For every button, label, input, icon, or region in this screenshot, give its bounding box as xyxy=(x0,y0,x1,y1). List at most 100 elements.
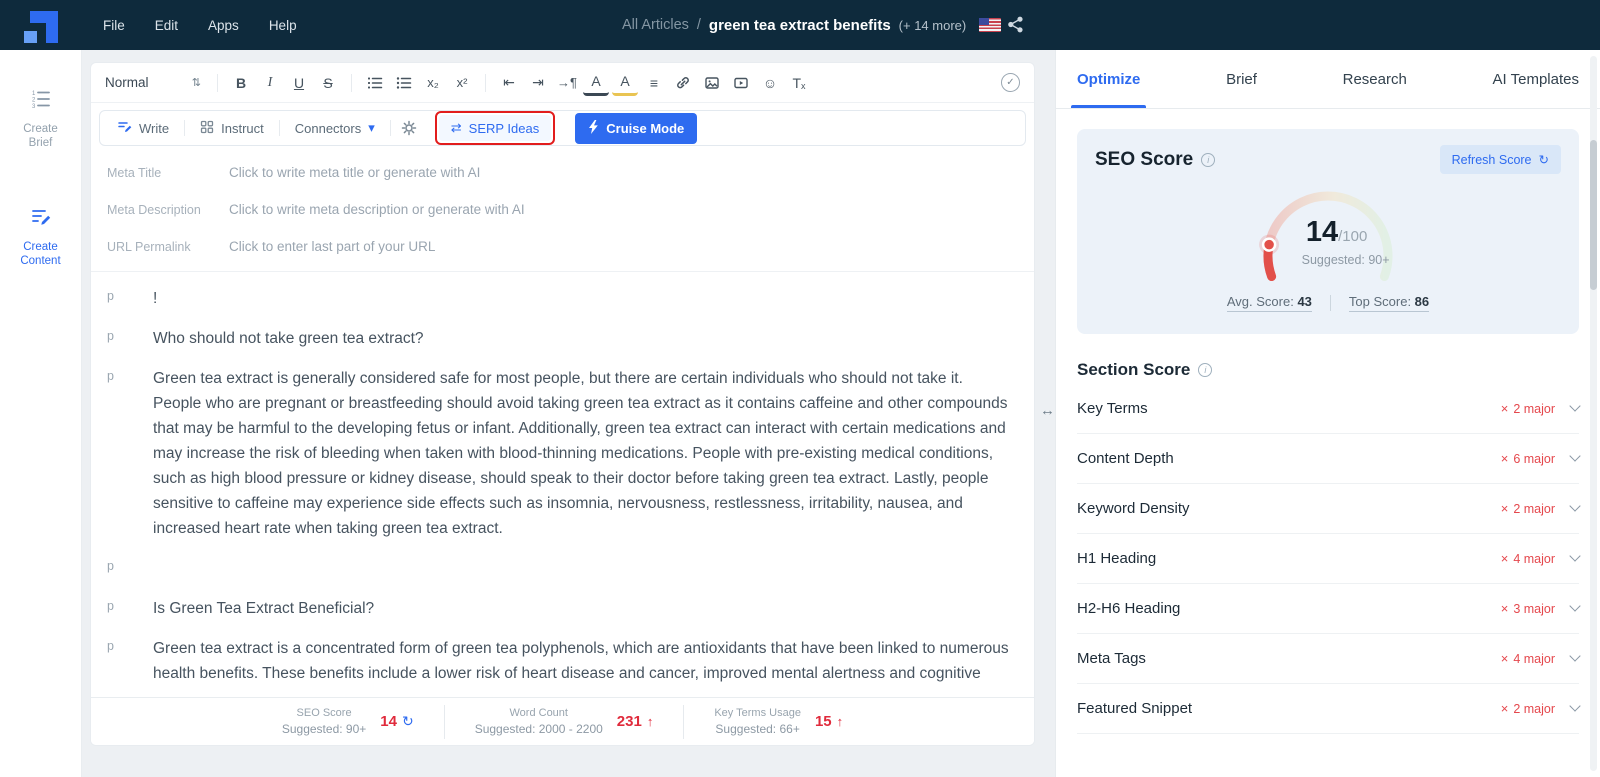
section-row-content-depth[interactable]: Content Depth × 6 major xyxy=(1077,434,1581,484)
align-icon[interactable]: ≡ xyxy=(641,70,667,96)
cruise-mode-button[interactable]: Cruise Mode xyxy=(575,112,698,144)
instruct-mode-button[interactable]: Instruct xyxy=(195,120,269,137)
decrease-indent-icon[interactable]: ⇤ xyxy=(496,70,522,96)
paragraph-text[interactable]: Green tea extract is a concentrated form… xyxy=(153,636,1010,686)
panel-resize-handle-icon[interactable]: ↔ xyxy=(1040,402,1055,419)
emoji-icon[interactable]: ☺ xyxy=(757,70,783,96)
url-permalink-field[interactable]: URL Permalink Click to enter last part o… xyxy=(107,228,1018,265)
create-content-icon xyxy=(30,206,52,233)
underline-icon[interactable]: U xyxy=(286,70,312,96)
strikethrough-icon[interactable]: S xyxy=(315,70,341,96)
meta-title-field[interactable]: Meta Title Click to write meta title or … xyxy=(107,154,1018,191)
tab-research[interactable]: Research xyxy=(1343,50,1407,108)
chevron-down-icon[interactable] xyxy=(1569,400,1581,412)
image-icon[interactable] xyxy=(699,70,725,96)
tab-brief[interactable]: Brief xyxy=(1226,50,1257,108)
connectors-dropdown[interactable]: Connectors ▾ xyxy=(290,120,380,136)
refresh-icon[interactable]: ↻ xyxy=(402,713,414,730)
panel-tabs: Optimize Brief Research AI Templates xyxy=(1056,50,1600,109)
write-mode-button[interactable]: Write xyxy=(112,119,174,137)
paragraph: p Is Green Tea Extract Beneficial? xyxy=(107,596,1010,621)
chevron-down-icon[interactable] xyxy=(1569,500,1581,512)
meta-description-label: Meta Description xyxy=(107,202,201,217)
italic-icon[interactable]: I xyxy=(257,70,283,96)
section-row-meta-tags[interactable]: Meta Tags × 4 major xyxy=(1077,634,1581,684)
sidebar-item-create-brief[interactable]: 1 2 3 Create Brief xyxy=(0,88,81,150)
link-icon[interactable] xyxy=(670,70,696,96)
tab-ai-templates[interactable]: AI Templates xyxy=(1493,50,1579,108)
refresh-score-button[interactable]: Refresh Score ↻ xyxy=(1439,145,1561,174)
font-color-icon[interactable]: A xyxy=(583,70,609,96)
section-row-label: Meta Tags xyxy=(1077,650,1146,667)
section-row-key-terms[interactable]: Key Terms × 2 major xyxy=(1077,384,1581,434)
breadcrumb-all-articles[interactable]: All Articles xyxy=(622,17,689,33)
issue-count: 2 major xyxy=(1513,701,1555,716)
saved-check-icon[interactable]: ✓ xyxy=(1001,73,1020,92)
scrollbar-track[interactable] xyxy=(1590,56,1597,771)
us-flag-icon[interactable] xyxy=(979,18,1001,32)
menu-help[interactable]: Help xyxy=(269,18,297,33)
section-row-keyword-density[interactable]: Keyword Density × 2 major xyxy=(1077,484,1581,534)
write-icon xyxy=(117,119,132,137)
menu-file[interactable]: File xyxy=(103,18,125,33)
paragraph-text[interactable]: Green tea extract is generally considere… xyxy=(153,366,1010,541)
menu-edit[interactable]: Edit xyxy=(155,18,178,33)
chevron-down-icon[interactable] xyxy=(1569,550,1581,562)
bold-icon[interactable]: B xyxy=(228,70,254,96)
share-icon[interactable] xyxy=(1007,16,1024,38)
menu-apps[interactable]: Apps xyxy=(208,18,239,33)
chevron-down-icon[interactable] xyxy=(1569,700,1581,712)
more-keywords-count[interactable]: (+ 14 more) xyxy=(899,18,967,33)
avg-score-value: 43 xyxy=(1297,294,1312,309)
chevron-down-icon: ▾ xyxy=(368,120,375,135)
text-direction-icon[interactable]: →¶ xyxy=(554,70,580,96)
info-icon[interactable]: i xyxy=(1201,152,1216,167)
word-count-value: 231 xyxy=(616,713,642,730)
avg-score: Avg. Score: 43 xyxy=(1226,294,1312,312)
x-icon: × xyxy=(1500,451,1509,466)
app-logo-icon[interactable] xyxy=(22,9,60,52)
highlight-color-icon[interactable]: A xyxy=(612,70,638,96)
issue-badge: × 2 major xyxy=(1501,401,1555,416)
gauge-score-value: 14 xyxy=(1305,216,1339,248)
paragraph-marker: p xyxy=(107,559,114,573)
section-row-featured-snippet[interactable]: Featured Snippet × 2 major xyxy=(1077,684,1581,734)
info-icon[interactable]: i xyxy=(1198,363,1213,377)
meta-description-field[interactable]: Meta Description Click to write meta des… xyxy=(107,191,1018,228)
chevron-down-icon[interactable] xyxy=(1569,450,1581,462)
section-row-h1-heading[interactable]: H1 Heading × 4 major xyxy=(1077,534,1581,584)
paragraph-text[interactable]: Who should not take green tea extract? xyxy=(153,326,1010,351)
sidebar-item-create-content[interactable]: Create Content xyxy=(0,206,81,268)
x-icon: × xyxy=(1500,551,1509,566)
top-score-value: 86 xyxy=(1414,294,1430,309)
superscript-icon[interactable]: x² xyxy=(449,70,475,96)
chevron-down-icon[interactable] xyxy=(1569,600,1581,612)
video-embed-icon[interactable] xyxy=(728,70,754,96)
paragraph-text[interactable]: ! xyxy=(153,286,1010,311)
subscript-icon[interactable]: x₂ xyxy=(420,70,446,96)
gear-icon[interactable] xyxy=(401,120,417,136)
unordered-list-icon[interactable] xyxy=(391,70,417,96)
paragraph-style-select[interactable]: Normal ⇅ xyxy=(105,75,201,90)
section-row-label: H2-H6 Heading xyxy=(1077,600,1181,617)
status-suggested: Suggested: 66+ xyxy=(715,722,800,736)
issue-badge: × 2 major xyxy=(1501,501,1555,516)
serp-ideas-button[interactable]: ⇄ SERP Ideas xyxy=(438,115,552,141)
svg-text:2: 2 xyxy=(32,98,36,104)
paragraph-text[interactable]: Is Green Tea Extract Beneficial? xyxy=(153,596,1010,621)
tab-optimize[interactable]: Optimize xyxy=(1070,50,1147,108)
updown-arrows-icon: ⇅ xyxy=(191,77,201,89)
up-arrow-icon: ↑ xyxy=(836,714,844,729)
optimize-panel: Optimize Brief Research AI Templates SEO… xyxy=(1055,50,1600,777)
status-label: Key Terms Usage xyxy=(714,707,801,719)
chevron-down-icon[interactable] xyxy=(1569,650,1581,662)
section-row-h2-h6-heading[interactable]: H2-H6 Heading × 3 major xyxy=(1077,584,1581,634)
mode-divider xyxy=(389,120,391,136)
ordered-list-icon[interactable] xyxy=(362,70,388,96)
mode-bar: Write Instruct Connectors ▾ ⇄ SERP Ideas xyxy=(99,110,1026,146)
clear-formatting-icon[interactable]: Tx xyxy=(786,70,812,96)
mode-divider xyxy=(184,120,186,136)
increase-indent-icon[interactable]: ⇥ xyxy=(525,70,551,96)
paragraph-text[interactable] xyxy=(153,556,1010,581)
scrollbar-thumb[interactable] xyxy=(1590,140,1597,290)
